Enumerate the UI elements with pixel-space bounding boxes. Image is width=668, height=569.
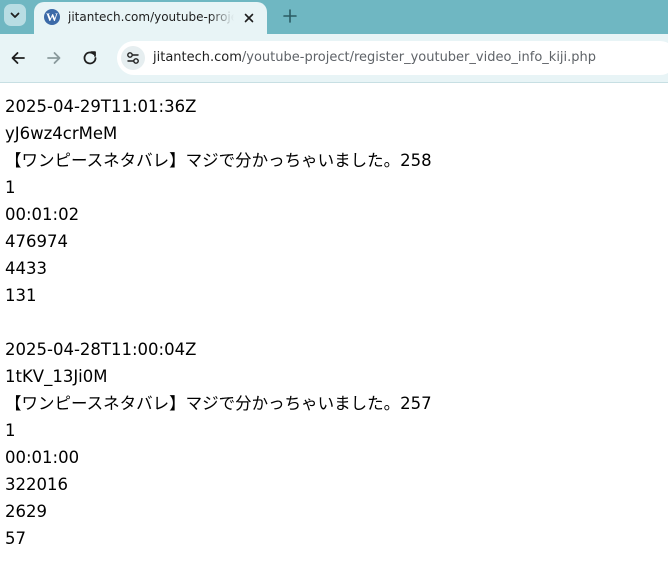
published-at: 2025-04-28T11:00:04Z (5, 340, 197, 359)
comment-count: 57 (5, 529, 26, 548)
video-title: 【ワンピースネタバレ】マジで分かっちゃいました。258 (5, 151, 432, 170)
view-count: 476974 (5, 232, 68, 251)
tab-search-button[interactable] (4, 4, 26, 26)
url-path: /youtube-project/register_youtuber_video… (241, 50, 597, 65)
comment-count: 131 (5, 286, 37, 305)
video-record: 2025-04-29T11:01:36Z yJ6wz4crMeM 【ワンピースネ… (5, 93, 665, 309)
tab-strip: W jitantech.com/youtube-project/register… (0, 0, 668, 34)
forward-arrow-icon[interactable] (44, 48, 64, 68)
new-tab-plus-icon[interactable] (280, 6, 300, 26)
tab-title: jitantech.com/youtube-project/register_y… (68, 10, 234, 24)
view-count: 322016 (5, 475, 68, 494)
video-duration: 00:01:02 (5, 205, 80, 224)
wordpress-icon: W (44, 9, 60, 25)
video-duration: 00:01:00 (5, 448, 80, 467)
url-text: jitantech.com/youtube-project/register_y… (153, 50, 596, 65)
url-host: jitantech.com (153, 50, 242, 65)
browser-window: W jitantech.com/youtube-project/register… (0, 0, 668, 569)
video-title: 【ワンピースネタバレ】マジで分かっちゃいました。257 (5, 394, 432, 413)
chevron-down-icon (10, 12, 20, 18)
video-record: 2025-04-28T11:00:04Z 1tKV_13Ji0M 【ワンピースネ… (5, 336, 665, 552)
page-content: 2025-04-29T11:01:36Z yJ6wz4crMeM 【ワンピースネ… (5, 93, 665, 552)
active-tab[interactable]: W jitantech.com/youtube-project/register… (34, 2, 267, 34)
tune-icon (127, 52, 139, 64)
like-count: 4433 (5, 259, 47, 278)
close-icon[interactable] (241, 10, 257, 26)
address-bar[interactable]: jitantech.com/youtube-project/register_y… (117, 41, 668, 75)
published-at: 2025-04-29T11:01:36Z (5, 97, 197, 116)
video-flag: 1 (5, 421, 16, 440)
video-id: yJ6wz4crMeM (5, 124, 118, 143)
video-id: 1tKV_13Ji0M (5, 367, 108, 386)
reload-icon[interactable] (80, 48, 100, 68)
like-count: 2629 (5, 502, 47, 521)
back-arrow-icon[interactable] (8, 48, 28, 68)
browser-toolbar: jitantech.com/youtube-project/register_y… (0, 34, 668, 83)
video-flag: 1 (5, 178, 16, 197)
record-separator (5, 309, 665, 336)
site-info-button[interactable] (121, 46, 145, 70)
